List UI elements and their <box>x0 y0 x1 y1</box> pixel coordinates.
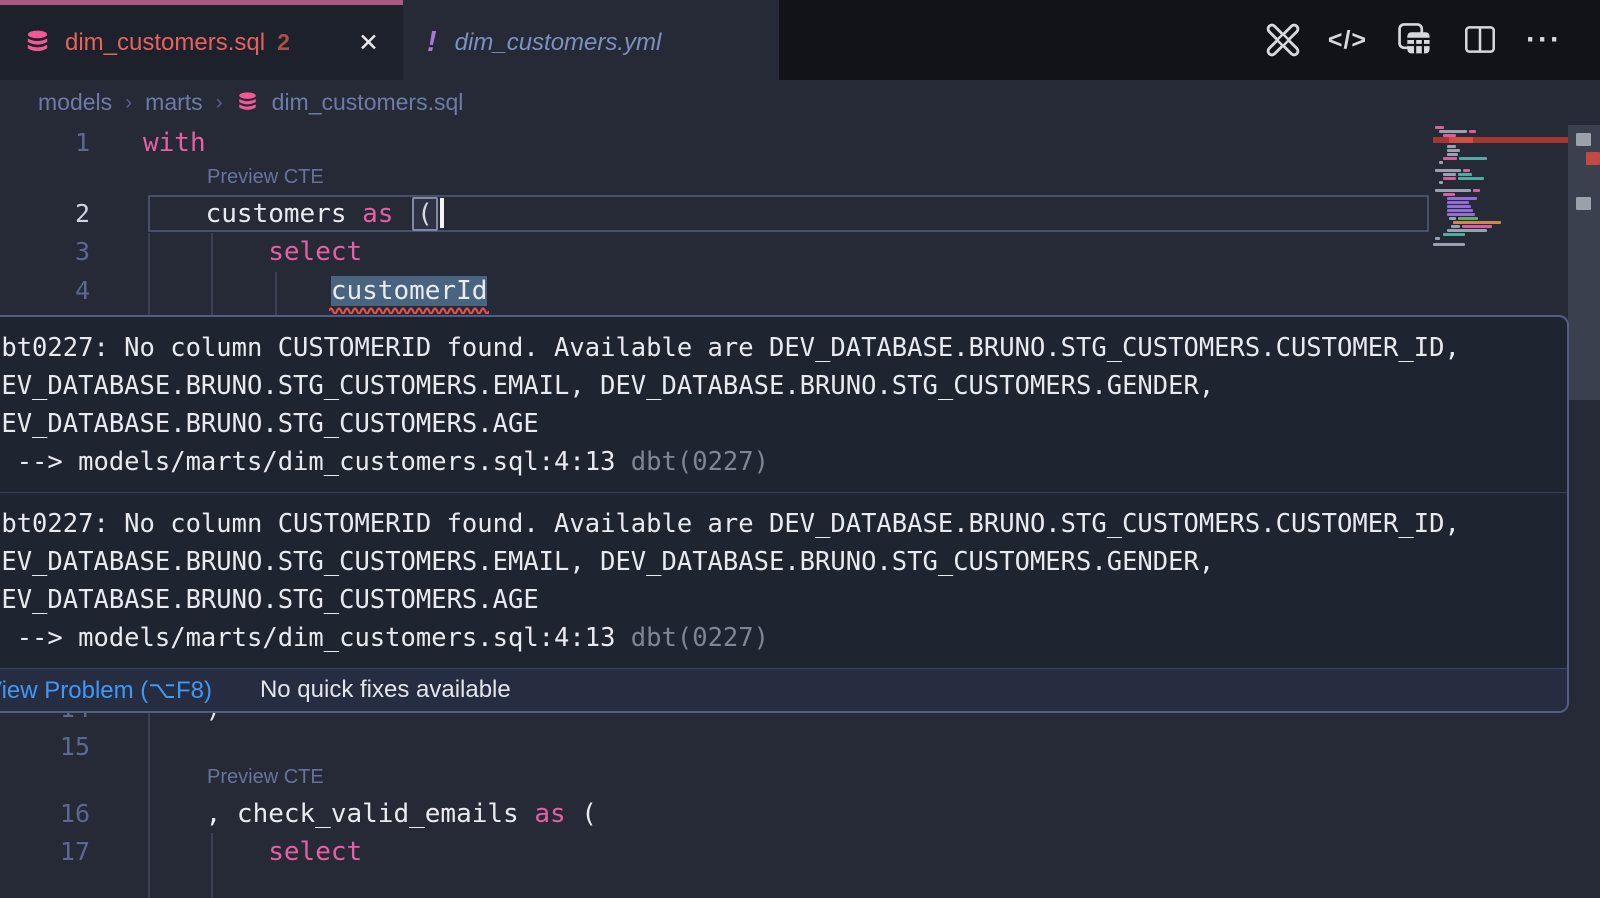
scrollbar-slider[interactable] <box>1568 125 1600 400</box>
text-cursor <box>440 198 444 228</box>
line-number: 4 <box>0 272 90 310</box>
diagnostic-line: dbt0227: No column CUSTOMERID found. Ava… <box>0 505 1567 543</box>
diagnostic-line: DEV_DATABASE.BRUNO.STG_CUSTOMERS.EMAIL, … <box>0 543 1567 581</box>
vscode-editor-window: dim_customers.sql 2 ✕ ! dim_customers.ym… <box>0 0 1600 898</box>
compile-sql-icon[interactable]: </> <box>1328 20 1367 60</box>
problem-hover-popup: dbt0227: No column CUSTOMERID found. Ava… <box>0 315 1569 713</box>
code-line-17[interactable]: 17 select <box>0 833 1600 871</box>
overview-marker <box>1576 133 1591 146</box>
code-line-4[interactable]: 4 customerId <box>0 272 1600 310</box>
code-text: with <box>143 125 206 162</box>
diagnostic-line: DEV_DATABASE.BRUNO.STG_CUSTOMERS.EMAIL, … <box>0 367 1567 405</box>
database-icon <box>236 91 259 114</box>
code-line-15[interactable]: 15 <box>0 728 1600 766</box>
more-actions-icon[interactable]: ··· <box>1526 20 1562 60</box>
code-line-16[interactable]: 16 , check_valid_emails as ( <box>0 795 1600 833</box>
breadcrumb-item-marts[interactable]: marts <box>145 89 203 116</box>
code-text: , check_valid_emails as ( <box>143 795 597 833</box>
error-highlighted-word: customerId <box>331 276 488 306</box>
tab-dim-customers-yml[interactable]: ! dim_customers.yml <box>403 0 779 80</box>
tab-bar: dim_customers.sql 2 ✕ ! dim_customers.ym… <box>0 0 1600 80</box>
split-editor-icon[interactable] <box>1461 20 1499 60</box>
code-text: customerId <box>143 272 487 310</box>
chevron-right-icon: › <box>216 91 223 115</box>
code-line-1[interactable]: 1 with <box>0 125 1600 162</box>
no-quick-fixes-text: No quick fixes available <box>260 676 511 704</box>
code-text: select <box>143 233 362 271</box>
line-number: 16 <box>0 795 90 833</box>
tab-label: dim_customers.sql <box>65 29 265 57</box>
line-number: 3 <box>0 233 90 271</box>
code-line-2[interactable]: 2 customers as ( <box>0 195 1600 233</box>
code-lens-preview-cte[interactable]: Preview CTE <box>207 762 324 792</box>
line-number: 17 <box>0 833 90 871</box>
diagnostic-line: --> models/marts/dim_customers.sql:4:13 … <box>0 619 1567 657</box>
hover-status-bar: View Problem (⌥F8) No quick fixes availa… <box>0 668 1567 711</box>
diagnostic-message: dbt0227: No column CUSTOMERID found. Ava… <box>0 317 1567 492</box>
close-icon[interactable]: ✕ <box>358 28 379 58</box>
overview-error-marker <box>1586 152 1600 165</box>
diagnostic-source: dbt(0227) <box>615 447 769 477</box>
diagnostic-line: DEV_DATABASE.BRUNO.STG_CUSTOMERS.AGE <box>0 405 1567 443</box>
code-lens-preview-cte[interactable]: Preview CTE <box>207 162 324 192</box>
breadcrumb-item-models[interactable]: models <box>38 89 112 116</box>
diagnostic-line: DEV_DATABASE.BRUNO.STG_CUSTOMERS.AGE <box>0 581 1567 619</box>
editor-toolbar: </> ··· <box>1265 0 1600 80</box>
diagnostic-message: dbt0227: No column CUSTOMERID found. Ava… <box>0 493 1567 668</box>
diagnostic-line: --> models/marts/dim_customers.sql:4:13 … <box>0 443 1567 481</box>
code-text: customers as ( <box>143 195 444 233</box>
line-number: 2 <box>0 195 90 233</box>
dbt-logo-icon[interactable] <box>1265 20 1301 60</box>
problems-count-badge: 2 <box>277 29 290 56</box>
code-line-3[interactable]: 3 select <box>0 233 1600 271</box>
diagnostic-line: dbt0227: No column CUSTOMERID found. Ava… <box>0 329 1567 367</box>
view-problem-link[interactable]: View Problem (⌥F8) <box>0 676 212 705</box>
query-results-icon[interactable] <box>1394 20 1434 60</box>
database-icon <box>24 29 51 56</box>
breadcrumb-item-file[interactable]: dim_customers.sql <box>272 89 464 116</box>
bracket-match-highlight: ( <box>412 197 438 231</box>
code-text: select <box>143 833 362 871</box>
overview-marker <box>1576 197 1591 210</box>
scrollbar[interactable] <box>1568 125 1600 898</box>
line-number: 15 <box>0 728 90 766</box>
diagnostic-source: dbt(0227) <box>615 623 769 653</box>
tab-label: dim_customers.yml <box>455 29 662 57</box>
tab-dim-customers-sql[interactable]: dim_customers.sql 2 ✕ <box>0 0 403 80</box>
line-number: 1 <box>0 125 90 162</box>
error-exclamation-icon: ! <box>427 26 437 59</box>
chevron-right-icon: › <box>125 91 132 115</box>
breadcrumb: models › marts › dim_customers.sql <box>0 80 1600 125</box>
